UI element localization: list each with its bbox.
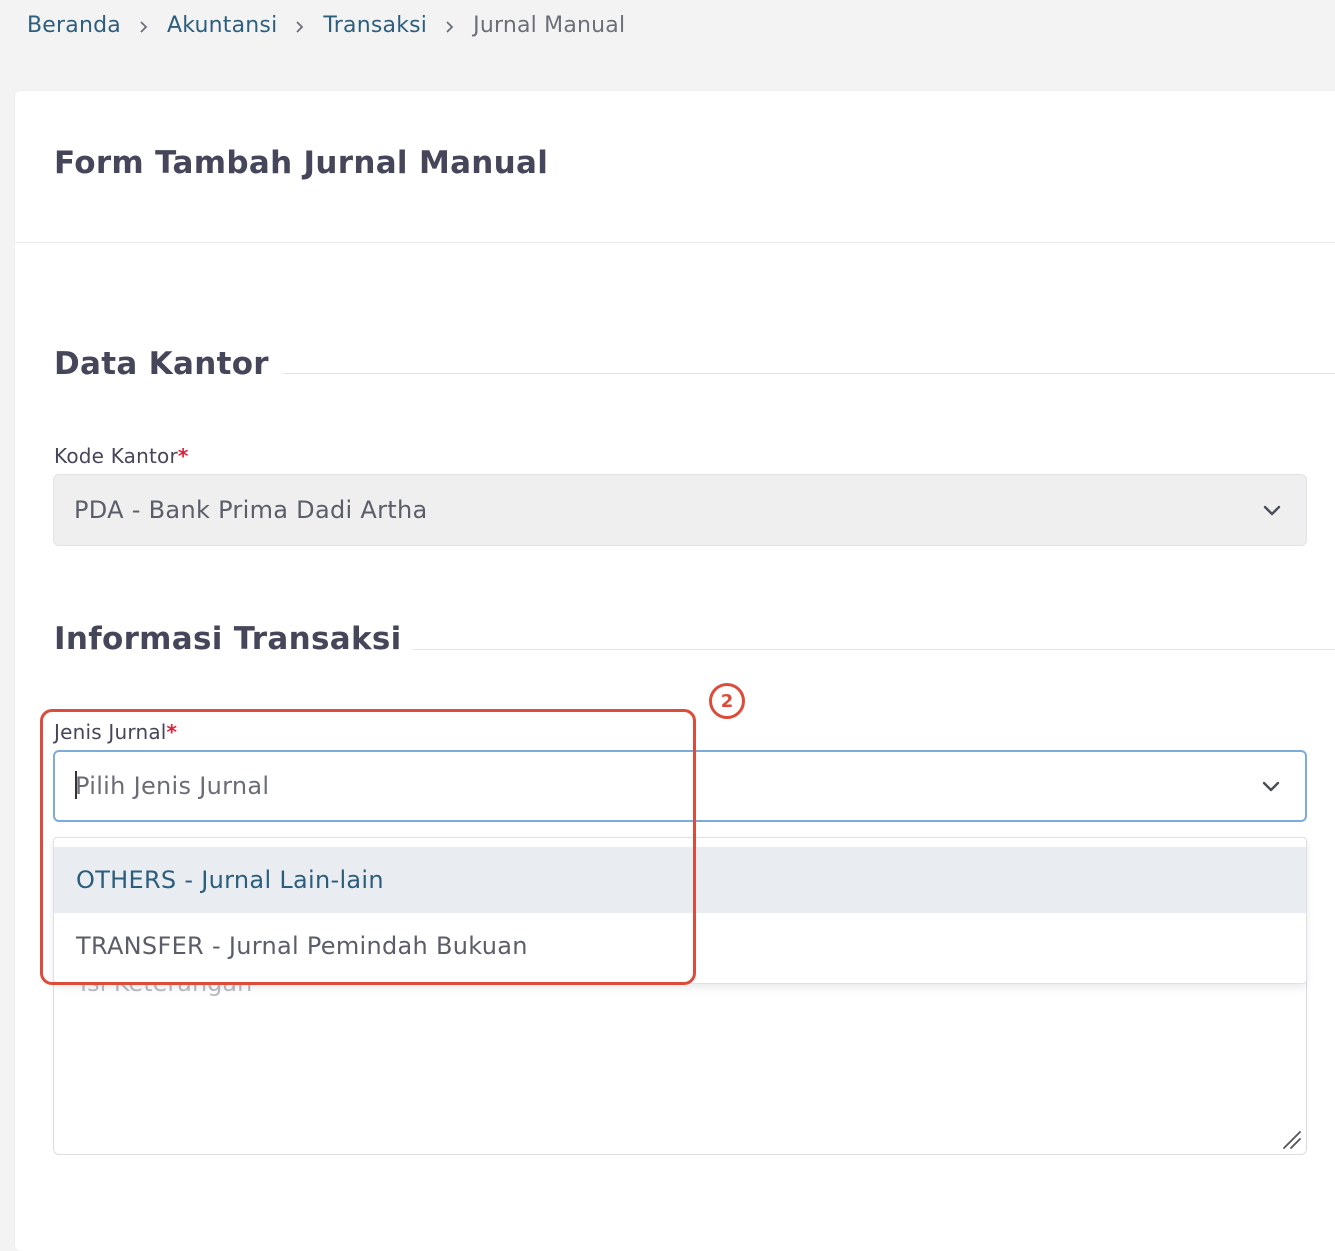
description-textarea[interactable]: Isi Keterangan [53, 969, 1307, 1155]
office-code-select[interactable]: PDA - Bank Prima Dadi Artha [53, 474, 1307, 546]
breadcrumb: Beranda Akuntansi Transaksi Jurnal Manua… [27, 9, 625, 41]
page-title: Form Tambah Jurnal Manual [54, 145, 549, 181]
chevron-right-icon [121, 13, 167, 37]
resize-handle-icon[interactable] [1280, 1128, 1302, 1150]
section-title-data-kantor: Data Kantor [54, 346, 269, 382]
annotation-step-badge: 2 [709, 683, 745, 719]
chevron-down-icon[interactable] [1259, 774, 1283, 798]
breadcrumb-current: Jurnal Manual [473, 12, 626, 38]
chevron-right-icon [277, 13, 323, 37]
office-code-label: Kode Kantor* [54, 444, 189, 468]
breadcrumb-link-transaksi[interactable]: Transaksi [323, 13, 427, 38]
office-code-value: PDA - Bank Prima Dadi Artha [74, 496, 428, 524]
chevron-down-icon [1263, 505, 1281, 516]
card-header: Form Tambah Jurnal Manual [15, 91, 1335, 243]
chevron-right-icon [427, 13, 473, 37]
office-code-label-text: Kode Kantor [54, 444, 178, 468]
annotation-highlight-box [40, 709, 696, 985]
breadcrumb-link-beranda[interactable]: Beranda [27, 13, 121, 38]
section-divider [283, 373, 1335, 374]
breadcrumb-link-akuntansi[interactable]: Akuntansi [167, 13, 277, 38]
required-mark: * [177, 444, 189, 468]
section-title-informasi-transaksi: Informasi Transaksi [54, 621, 402, 657]
section-divider [412, 649, 1335, 650]
